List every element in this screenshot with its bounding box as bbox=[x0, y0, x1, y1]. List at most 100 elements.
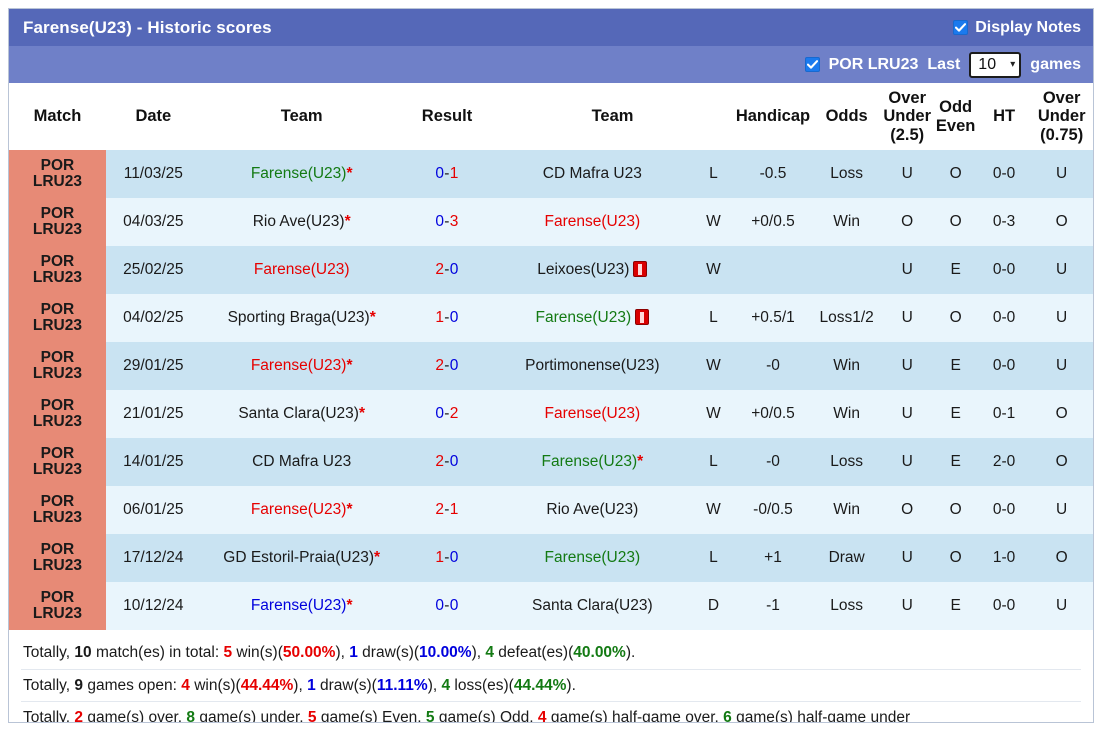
games-count-select[interactable]: 10 ▾ bbox=[969, 51, 1022, 78]
summary-text: Totally, bbox=[23, 709, 75, 723]
result-indicator: L bbox=[693, 438, 734, 487]
score-away: 0 bbox=[449, 597, 459, 615]
table-row[interactable]: POR LRU23 17/12/24 GD Estoril-Praia(U23)* 1-… bbox=[9, 534, 1093, 583]
league-filter-label: POR LRU23 bbox=[828, 55, 919, 73]
away-team-cell[interactable]: Farense(U23) bbox=[491, 390, 694, 439]
away-team-name: Rio Ave(U23) bbox=[546, 501, 639, 519]
score-cell: 2-0 bbox=[402, 342, 492, 391]
home-team-cell[interactable]: CD Mafra U23 bbox=[200, 438, 403, 487]
summary-text: loss(es)( bbox=[450, 676, 514, 694]
odd-even-value: E bbox=[933, 390, 978, 439]
table-row[interactable]: POR LRU23 11/03/25 Farense(U23)* 0-1 CD Mafra… bbox=[9, 150, 1093, 199]
away-team-name: CD Mafra U23 bbox=[542, 165, 642, 183]
home-away-star: * bbox=[346, 357, 353, 375]
display-notes-control[interactable]: Display Notes bbox=[953, 19, 1081, 37]
home-team-cell[interactable]: Santa Clara(U23)* bbox=[200, 390, 403, 439]
games-count-value: 10 bbox=[978, 55, 997, 73]
match-league-badge[interactable]: POR LRU23 bbox=[9, 486, 106, 535]
table-row[interactable]: POR LRU23 06/01/25 Farense(U23)* 2-1 Rio Ave(… bbox=[9, 486, 1093, 535]
score-home: 0 bbox=[435, 405, 445, 423]
away-team-name: Farense(U23) bbox=[544, 213, 641, 231]
summary-odd-count: 5 bbox=[425, 709, 435, 723]
summary-open-win-pct: 44.44% bbox=[240, 676, 294, 694]
away-team-cell[interactable]: CD Mafra U23 bbox=[491, 150, 694, 199]
handicap-value: -0 bbox=[733, 342, 813, 391]
away-team-cell[interactable]: Farense(U23) bbox=[491, 294, 694, 343]
table-row[interactable]: POR LRU23 29/01/25 Farense(U23)* 2-0 Portimon… bbox=[9, 342, 1093, 391]
odds-value: Loss bbox=[812, 150, 881, 199]
league-code: LRU23 bbox=[32, 413, 82, 431]
display-notes-checkbox[interactable] bbox=[953, 20, 969, 35]
over-under-25-value: O bbox=[880, 486, 934, 535]
score-away: 2 bbox=[449, 405, 459, 423]
match-league-badge[interactable]: POR LRU23 bbox=[9, 198, 106, 247]
away-team-cell[interactable]: Santa Clara(U23) bbox=[491, 582, 694, 631]
red-card-icon bbox=[633, 261, 648, 278]
away-team-cell[interactable]: Portimonense(U23) bbox=[491, 342, 694, 391]
match-league-badge[interactable]: POR LRU23 bbox=[9, 342, 106, 391]
home-team-cell[interactable]: Farense(U23)* bbox=[200, 582, 403, 631]
home-team-cell[interactable]: Sporting Braga(U23)* bbox=[200, 294, 403, 343]
match-league-badge[interactable]: POR LRU23 bbox=[9, 438, 106, 487]
col-ou25-line1: Over bbox=[888, 89, 926, 107]
home-team-cell[interactable]: Farense(U23)* bbox=[200, 150, 403, 199]
half-time-score: 0-0 bbox=[977, 246, 1031, 295]
away-team-cell[interactable]: Rio Ave(U23) bbox=[491, 486, 694, 535]
match-league-badge[interactable]: POR LRU23 bbox=[9, 582, 106, 631]
home-team-name: Farense(U23) bbox=[250, 501, 347, 519]
home-team-cell[interactable]: Farense(U23)* bbox=[200, 486, 403, 535]
league-filter-checkbox[interactable] bbox=[804, 57, 820, 72]
match-league-badge[interactable]: POR LRU23 bbox=[9, 534, 106, 583]
score-home: 0 bbox=[435, 165, 445, 183]
league-code: LRU23 bbox=[32, 221, 82, 239]
match-league-badge[interactable]: POR LRU23 bbox=[9, 246, 106, 295]
away-team-name: Santa Clara(U23) bbox=[532, 597, 653, 615]
league-code: LRU23 bbox=[32, 605, 82, 623]
half-time-score: 1-0 bbox=[977, 534, 1031, 583]
summary-line-total: Totally, 10 match(es) in total: 5 win(s)… bbox=[21, 637, 1081, 668]
table-row[interactable]: POR LRU23 04/02/25 Sporting Braga(U23)* 1-0 F… bbox=[9, 294, 1093, 343]
away-team-cell[interactable]: Farense(U23) bbox=[491, 534, 694, 583]
summary-total-matches: 10 bbox=[74, 644, 92, 662]
over-under-075-value: U bbox=[1030, 246, 1093, 295]
match-league-badge[interactable]: POR LRU23 bbox=[9, 150, 106, 199]
away-team-cell[interactable]: Farense(U23)* bbox=[491, 438, 694, 487]
handicap-value: +1 bbox=[733, 534, 813, 583]
col-ou25-line3: (2.5) bbox=[890, 125, 925, 144]
result-indicator: L bbox=[693, 534, 734, 583]
table-row[interactable]: POR LRU23 04/03/25 Rio Ave(U23)* 0-3 Farense(… bbox=[9, 198, 1093, 247]
table-row[interactable]: POR LRU23 14/01/25 CD Mafra U23 2-0 Farense(U… bbox=[9, 438, 1093, 487]
over-under-25-value: U bbox=[880, 246, 934, 295]
match-league-badge[interactable]: POR LRU23 bbox=[9, 294, 106, 343]
col-over-under-25: Over Under (2.5) bbox=[880, 83, 934, 151]
home-away-star: * bbox=[358, 405, 365, 423]
home-team-cell[interactable]: Farense(U23)* bbox=[200, 342, 403, 391]
odds-value: Win bbox=[812, 390, 881, 439]
odds-value: Win bbox=[812, 486, 881, 535]
table-row[interactable]: POR LRU23 10/12/24 Farense(U23)* 0-0 Santa Cl… bbox=[9, 582, 1093, 631]
home-team-cell[interactable]: Farense(U23) bbox=[200, 246, 403, 295]
home-team-cell[interactable]: GD Estoril-Praia(U23)* bbox=[200, 534, 403, 583]
away-team-cell[interactable]: Leixoes(U23) bbox=[491, 246, 694, 295]
result-indicator: W bbox=[693, 198, 734, 247]
home-team-cell[interactable]: Rio Ave(U23)* bbox=[200, 198, 403, 247]
table-row[interactable]: POR LRU23 25/02/25 Farense(U23) 2-0 Leixoes(U… bbox=[9, 246, 1093, 295]
result-indicator: W bbox=[693, 486, 734, 535]
score-away: 0 bbox=[449, 357, 459, 375]
result-indicator: W bbox=[693, 342, 734, 391]
summary-text: ), bbox=[471, 644, 486, 662]
summary-text: ). bbox=[625, 644, 636, 662]
summary-text: match(es) in total: bbox=[91, 644, 224, 662]
historic-scores-panel: Farense(U23) - Historic scores Display N… bbox=[8, 8, 1094, 723]
col-team-away: Team bbox=[491, 83, 734, 151]
score-cell: 0-1 bbox=[402, 150, 492, 199]
home-away-star: * bbox=[369, 309, 376, 327]
table-row[interactable]: POR LRU23 21/01/25 Santa Clara(U23)* 0-2 Fare… bbox=[9, 390, 1093, 439]
match-league-badge[interactable]: POR LRU23 bbox=[9, 390, 106, 439]
over-under-25-value: U bbox=[880, 342, 934, 391]
panel-title-bar: Farense(U23) - Historic scores Display N… bbox=[9, 9, 1093, 46]
summary-open-games: 9 bbox=[74, 676, 84, 694]
away-team-cell[interactable]: Farense(U23) bbox=[491, 198, 694, 247]
summary-wins: 5 bbox=[223, 644, 233, 662]
half-time-score: 0-0 bbox=[977, 150, 1031, 199]
